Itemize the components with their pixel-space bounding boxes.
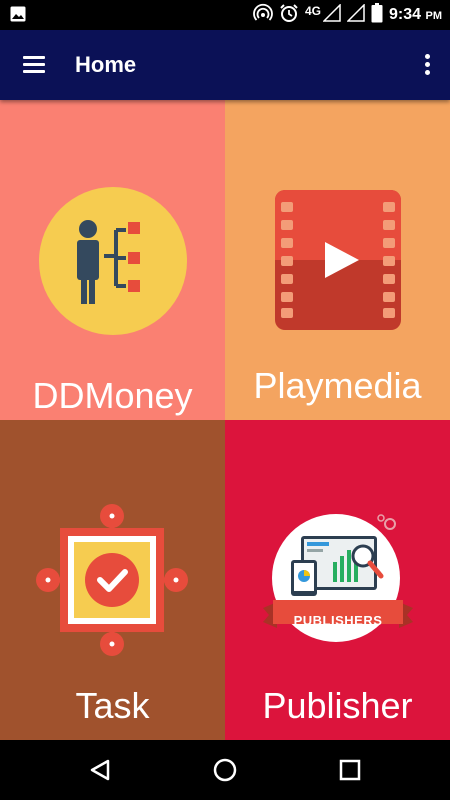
status-bar: 4G 9:34 PM: [0, 0, 450, 30]
network-type: 4G: [305, 4, 322, 18]
home-grid: DDMoney Playmedia Task PUBLISHERS Publis…: [0, 100, 450, 740]
tile-ddmoney[interactable]: DDMoney: [0, 100, 225, 420]
tile-label-task: Task: [75, 685, 150, 726]
page-title: Home: [75, 52, 137, 77]
image-icon: [10, 6, 26, 27]
signal-icon-2: [346, 2, 365, 27]
clock: 9:34 PM: [389, 6, 442, 23]
publishers-banner-text: PUBLISHERS: [293, 613, 383, 628]
tile-label-publisher: Publisher: [262, 685, 413, 726]
tile-label-playmedia: Playmedia: [253, 365, 422, 406]
overflow-menu-icon[interactable]: [418, 50, 436, 80]
menu-icon[interactable]: [14, 48, 56, 82]
system-nav-bar: [0, 740, 450, 800]
home-icon[interactable]: [207, 754, 243, 786]
task-check-icon: [36, 504, 188, 661]
tile-label-ddmoney: DDMoney: [32, 375, 193, 416]
hotspot-icon: [253, 3, 273, 28]
signal-icon: [322, 2, 341, 27]
battery-icon: [371, 2, 383, 28]
org-chart-icon: [38, 186, 188, 341]
film-play-icon: [275, 190, 401, 335]
alarm-icon: [279, 3, 299, 28]
app-bar: Home: [0, 30, 450, 100]
tile-playmedia[interactable]: Playmedia: [225, 100, 450, 420]
recents-icon[interactable]: [332, 754, 368, 786]
back-icon[interactable]: [82, 754, 118, 786]
tile-publisher[interactable]: PUBLISHERS Publisher: [225, 420, 450, 740]
tile-task[interactable]: Task: [0, 420, 225, 740]
